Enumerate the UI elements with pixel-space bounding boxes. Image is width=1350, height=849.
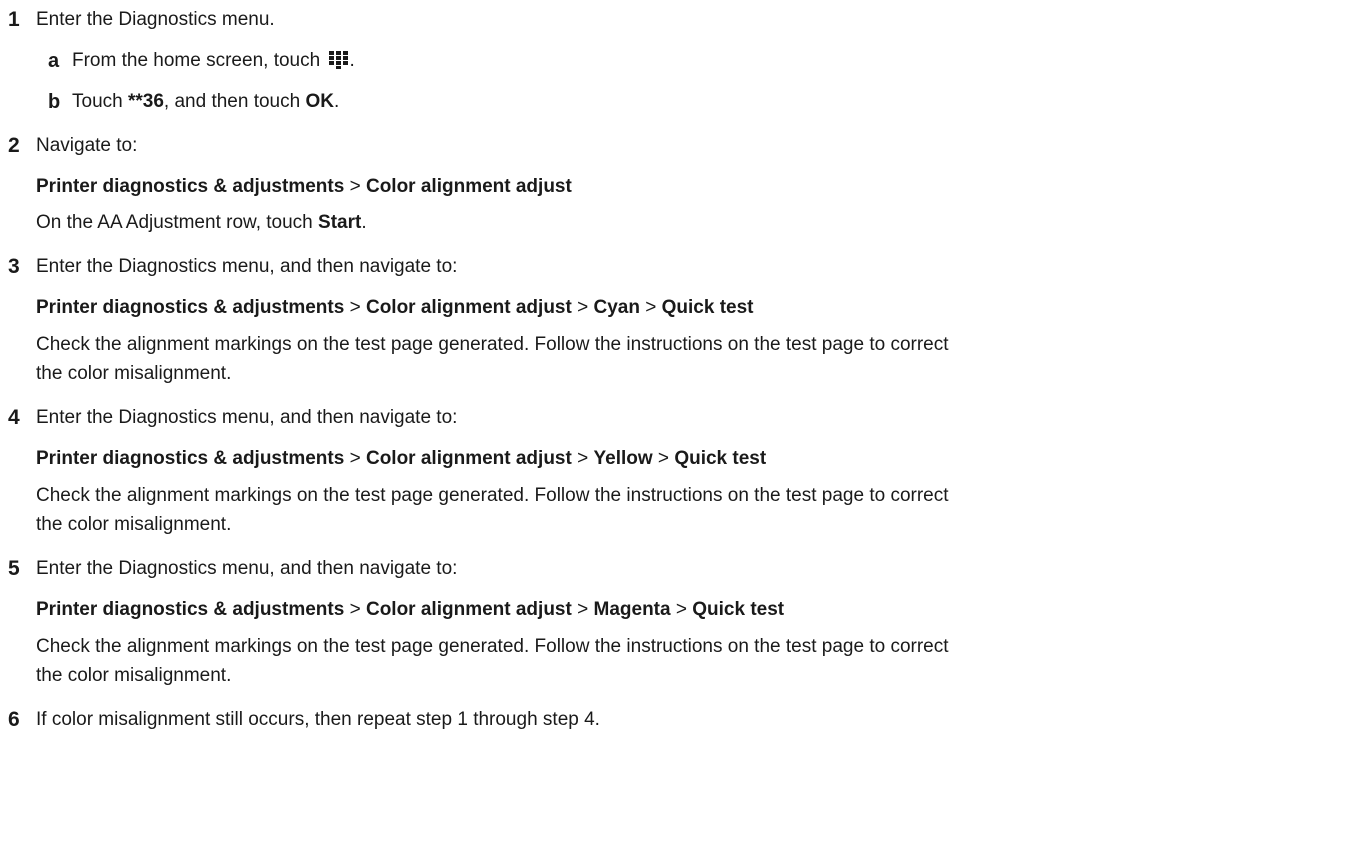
- step-number: 3: [8, 255, 20, 278]
- step-text: Enter the Diagnostics menu.: [36, 9, 275, 30]
- step-text: If color misalignment still occurs, then…: [36, 709, 600, 730]
- step-text: Enter the Diagnostics menu, and then nav…: [36, 558, 458, 579]
- step-number: 4: [8, 406, 20, 429]
- step-number: 5: [8, 557, 20, 580]
- substep-letter: b: [48, 91, 61, 113]
- substep-text: Touch **36, and then touch OK.: [72, 91, 340, 112]
- keypad-icon: [329, 51, 349, 69]
- step-text: Enter the Diagnostics menu, and then nav…: [36, 256, 458, 277]
- substep-letter: a: [48, 50, 60, 72]
- step-number: 1: [8, 8, 20, 31]
- substep-text: From the home screen, touch .: [72, 50, 355, 71]
- step-number: 2: [8, 134, 20, 157]
- step-text: Navigate to:: [36, 135, 138, 156]
- step-text: Enter the Diagnostics menu, and then nav…: [36, 407, 458, 428]
- step-number: 6: [8, 708, 20, 731]
